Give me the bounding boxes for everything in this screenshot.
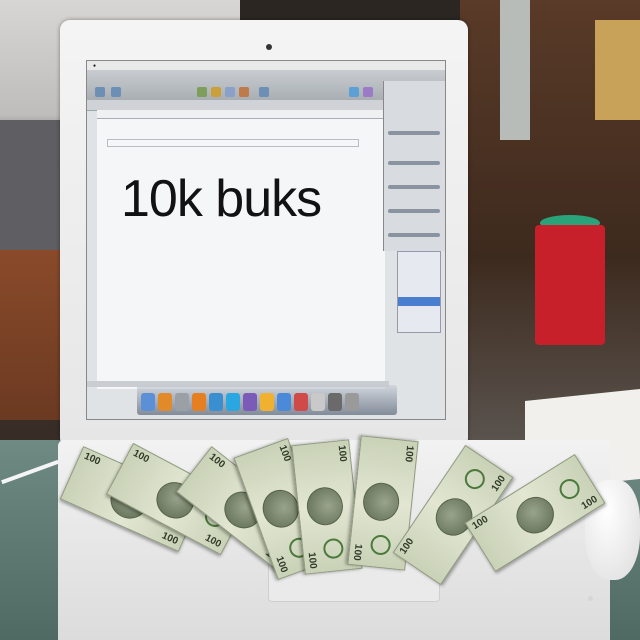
seal-icon (555, 475, 584, 503)
portrait-image (509, 489, 561, 541)
red-spool (535, 225, 605, 345)
firefox-icon[interactable] (158, 393, 172, 411)
photo-scene: ● 10k buks 100 100 100 100 100 100 100 1… (0, 0, 640, 640)
laptop-screen: ● 10k buks (86, 60, 446, 420)
app-icon[interactable] (294, 393, 308, 411)
bill-denomination: 100 (273, 554, 290, 575)
background-monitor-right (500, 0, 530, 140)
style-item[interactable] (398, 288, 440, 297)
app-icon[interactable] (260, 393, 274, 411)
bill-denomination: 100 (335, 444, 349, 463)
dock (137, 385, 397, 415)
toolbar-button-icon[interactable] (197, 87, 207, 97)
bill-denomination: 100 (397, 536, 417, 557)
bill-denomination: 100 (305, 551, 319, 570)
vlc-icon[interactable] (192, 393, 206, 411)
portrait-image (361, 481, 402, 523)
bill-denomination: 100 (82, 450, 103, 468)
sleep-led (588, 596, 593, 601)
camera-icon (266, 44, 272, 50)
cardboard-box (595, 20, 640, 120)
document-field (107, 139, 359, 147)
style-item[interactable] (398, 261, 440, 270)
inspector-panel (383, 81, 445, 251)
inspector-slider[interactable] (388, 233, 440, 237)
inspector-slider[interactable] (388, 131, 440, 135)
toolbar-button-icon[interactable] (363, 87, 373, 97)
app-icon[interactable] (243, 393, 257, 411)
seal-icon (322, 537, 345, 560)
style-item[interactable] (398, 252, 440, 261)
bill-denomination: 100 (276, 443, 293, 464)
app-icon[interactable] (277, 393, 291, 411)
wooden-shelf (0, 250, 64, 420)
apple-menu-icon[interactable]: ● (93, 63, 96, 69)
skype-icon[interactable] (226, 393, 240, 411)
seal-icon (460, 465, 489, 493)
trash-icon[interactable] (345, 393, 359, 411)
bill-denomination: 100 (159, 530, 180, 548)
toolbar-button-icon[interactable] (225, 87, 235, 97)
document-text[interactable]: 10k buks (121, 169, 322, 229)
document-page[interactable] (97, 119, 385, 389)
toolbar-button-icon[interactable] (211, 87, 221, 97)
app-icon[interactable] (175, 393, 189, 411)
style-item-selected[interactable] (398, 297, 440, 306)
bill-denomination: 100 (350, 543, 364, 562)
portrait-image (305, 485, 345, 527)
style-item[interactable] (398, 270, 440, 279)
style-item[interactable] (398, 279, 440, 288)
toolbar-button-icon[interactable] (111, 87, 121, 97)
inspector-slider[interactable] (388, 209, 440, 213)
inspector-slider[interactable] (388, 161, 440, 165)
finder-icon[interactable] (141, 393, 155, 411)
toolbar-button-icon[interactable] (349, 87, 359, 97)
menu-bar: ● (87, 61, 445, 70)
seal-icon (369, 533, 392, 556)
app-icon[interactable] (328, 393, 342, 411)
inspector-slider[interactable] (388, 185, 440, 189)
styles-drawer (397, 251, 441, 333)
bill-denomination: 100 (131, 447, 151, 466)
toolbar-button-icon[interactable] (239, 87, 249, 97)
toolbar-button-icon[interactable] (259, 87, 269, 97)
bill-denomination: 100 (470, 513, 491, 533)
toolbar-button-icon[interactable] (95, 87, 105, 97)
ruler (97, 110, 387, 119)
bill-denomination: 100 (203, 532, 223, 551)
app-icon[interactable] (209, 393, 223, 411)
app-icon[interactable] (311, 393, 325, 411)
bill-denomination: 100 (402, 444, 416, 463)
